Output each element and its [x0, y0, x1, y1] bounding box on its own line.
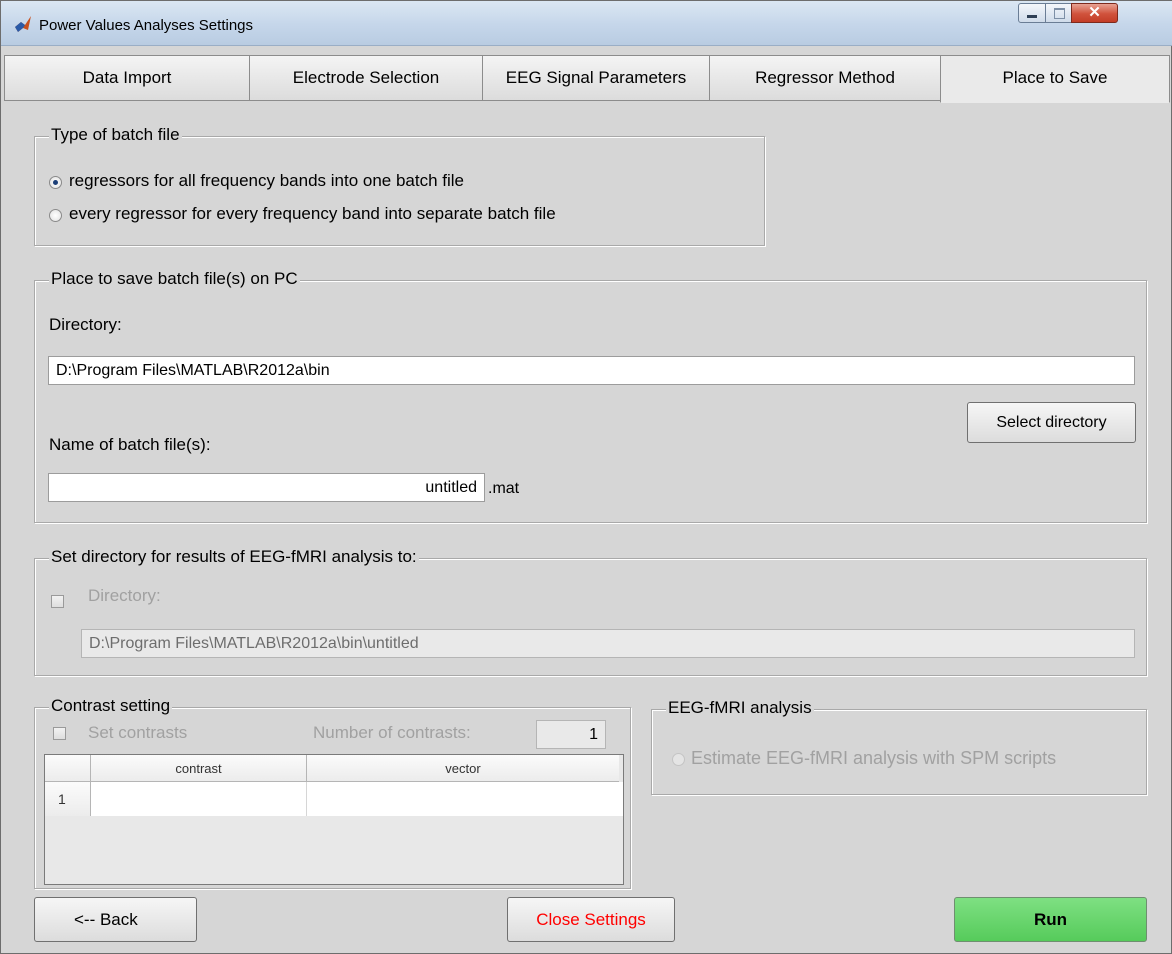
set-contrasts-label[interactable]: Set contrasts — [88, 723, 187, 743]
results-directory-checkbox-label[interactable]: Directory: — [88, 586, 161, 606]
estimate-analysis-radio[interactable] — [672, 753, 685, 766]
batch-name-label: Name of batch file(s): — [49, 435, 211, 454]
minimize-button[interactable] — [1018, 3, 1046, 23]
settings-window: Power Values Analyses Settings ✕ Data Im… — [0, 0, 1172, 954]
results-directory-legend: Set directory for results of EEG-fMRI an… — [49, 547, 419, 567]
directory-input[interactable]: D:\Program Files\MATLAB\R2012a\bin — [48, 356, 1135, 385]
batch-extension-label: .mat — [488, 480, 520, 497]
results-directory-input[interactable]: D:\Program Files\MATLAB\R2012a\bin\untit… — [81, 629, 1135, 658]
results-directory-checkbox[interactable] — [51, 595, 64, 608]
contrast-table[interactable]: contrast vector 1 — [44, 754, 624, 885]
row-index-cell: 1 — [45, 782, 91, 816]
number-of-contrasts-label: Number of contrasts: — [313, 723, 471, 742]
table-corner-cell — [45, 755, 91, 782]
save-place-legend: Place to save batch file(s) on PC — [49, 269, 300, 289]
batch-type-panel: Type of batch file — [34, 125, 765, 246]
title-bar[interactable]: Power Values Analyses Settings ✕ — [1, 1, 1172, 46]
back-button[interactable]: <-- Back — [34, 897, 197, 942]
estimate-analysis-label[interactable]: Estimate EEG-fMRI analysis with SPM scri… — [691, 748, 1056, 769]
close-window-button[interactable]: ✕ — [1071, 3, 1118, 23]
tab-eeg-signal-parameters[interactable]: EEG Signal Parameters — [482, 55, 710, 101]
tab-data-import[interactable]: Data Import — [4, 55, 250, 101]
column-header-vector[interactable]: vector — [307, 755, 619, 782]
matlab-logo-icon — [15, 16, 31, 32]
minimize-icon — [1027, 15, 1037, 18]
window-title: Power Values Analyses Settings — [39, 17, 254, 34]
radio-one-batch-file[interactable] — [49, 176, 62, 189]
tab-place-to-save[interactable]: Place to Save — [940, 55, 1170, 103]
batch-type-legend: Type of batch file — [49, 125, 182, 145]
batch-name-input[interactable]: untitled — [48, 473, 485, 502]
contrast-cell[interactable] — [91, 782, 307, 816]
maximize-button[interactable] — [1045, 3, 1072, 23]
radio-separate-batch-file-label[interactable]: every regressor for every frequency band… — [69, 204, 556, 224]
close-settings-button[interactable]: Close Settings — [507, 897, 675, 942]
tab-bar: Data Import Electrode Selection EEG Sign… — [4, 55, 1170, 103]
select-directory-button[interactable]: Select directory — [967, 402, 1136, 443]
maximize-icon — [1054, 8, 1065, 19]
radio-separate-batch-file[interactable] — [49, 209, 62, 222]
set-contrasts-checkbox[interactable] — [53, 727, 66, 740]
number-of-contrasts-input[interactable]: 1 — [536, 720, 606, 749]
analysis-legend: EEG-fMRI analysis — [666, 698, 814, 718]
contrast-legend: Contrast setting — [49, 696, 173, 716]
radio-one-batch-file-label[interactable]: regressors for all frequency bands into … — [69, 171, 464, 191]
close-icon: ✕ — [1088, 4, 1101, 21]
run-button[interactable]: Run — [954, 897, 1147, 942]
directory-label: Directory: — [49, 315, 122, 334]
tab-electrode-selection[interactable]: Electrode Selection — [249, 55, 483, 101]
results-directory-panel: Set directory for results of EEG-fMRI an… — [34, 547, 1147, 676]
tab-regressor-method[interactable]: Regressor Method — [709, 55, 941, 101]
vector-cell[interactable] — [307, 782, 623, 816]
column-header-contrast[interactable]: contrast — [91, 755, 307, 782]
